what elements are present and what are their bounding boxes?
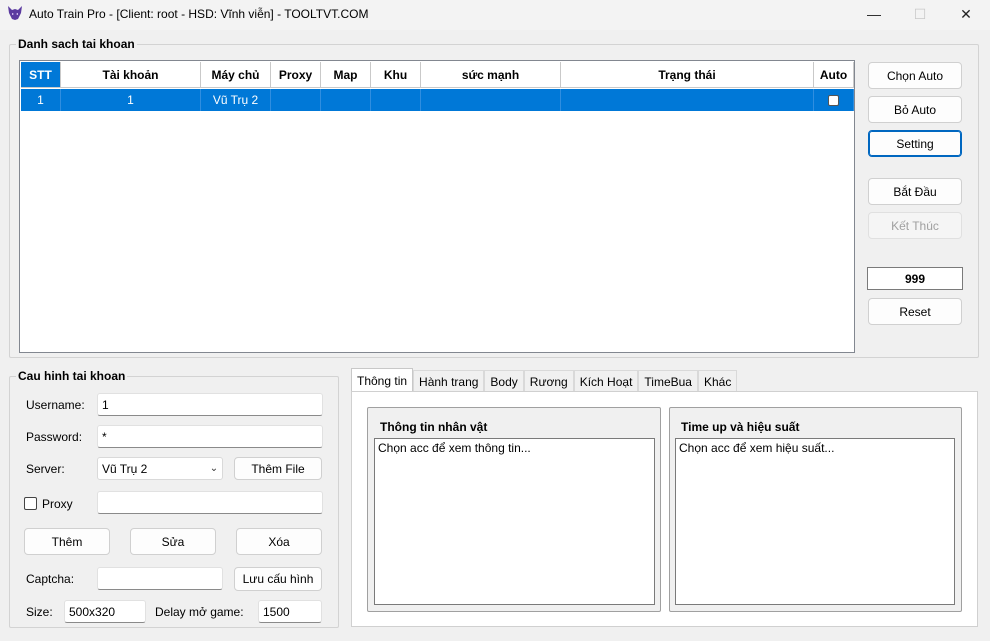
column-header-proxy[interactable]: Proxy [271, 62, 321, 88]
stop-button[interactable]: Kết Thúc [868, 212, 962, 239]
save-config-button[interactable]: Lưu cấu hình [234, 567, 322, 591]
column-header-power[interactable]: sức mạnh [421, 62, 561, 88]
auto-checkbox[interactable] [828, 94, 839, 106]
remove-auto-button[interactable]: Bỏ Auto [868, 96, 962, 123]
delete-button[interactable]: Xóa [236, 528, 322, 555]
add-file-button[interactable]: Thêm File [234, 457, 322, 480]
tab-thong-tin[interactable]: Thông tin [351, 368, 414, 392]
minimize-icon[interactable]: — [851, 0, 897, 28]
cell-auto [814, 89, 854, 111]
captcha-label: Captcha: [26, 572, 75, 586]
cell-khu [371, 89, 421, 111]
column-header-status[interactable]: Trạng thái [561, 62, 814, 88]
password-input[interactable]: * [97, 425, 323, 448]
tab-panel: Thông tin nhân vật Chọn acc để xem thông… [351, 391, 978, 627]
proxy-checkbox[interactable] [24, 497, 37, 510]
tab-hanh-trang[interactable]: Hành trang [413, 370, 485, 392]
cell-stt: 1 [21, 89, 61, 111]
cell-power [421, 89, 561, 111]
performance-textbox[interactable]: Chọn acc để xem hiệu suất... [675, 438, 955, 605]
cell-account: 1 [61, 89, 201, 111]
performance-title: Time up và hiệu suất [681, 420, 800, 434]
wolf-logo-icon [8, 6, 22, 20]
tab-kich-hoat[interactable]: Kích Hoạt [573, 370, 639, 392]
size-label: Size: [26, 605, 53, 619]
username-input[interactable]: 1 [97, 393, 323, 416]
close-icon[interactable]: ✕ [943, 0, 989, 28]
column-header-stt[interactable]: STT [21, 62, 61, 88]
add-button[interactable]: Thêm [24, 528, 110, 555]
tab-ruong[interactable]: Rương [523, 370, 574, 392]
accounts-table[interactable]: STT Tài khoản Máy chủ Proxy Map Khu sức … [19, 60, 855, 353]
info-tabs: Thông tin Hành trang Body Rương Kích Hoạ… [351, 368, 738, 392]
start-button[interactable]: Bắt Đầu [868, 178, 962, 205]
reset-button[interactable]: Reset [868, 298, 962, 325]
accounts-group-title: Danh sach tai khoan [16, 37, 137, 51]
cell-server: Vũ Trụ 2 [201, 89, 271, 111]
captcha-input[interactable] [97, 567, 223, 590]
maximize-icon[interactable]: ☐ [897, 0, 943, 28]
proxy-input[interactable] [97, 491, 323, 514]
column-header-account[interactable]: Tài khoản [61, 62, 201, 88]
column-header-server[interactable]: Máy chủ [201, 62, 271, 88]
edit-button[interactable]: Sửa [130, 528, 216, 555]
tab-khac[interactable]: Khác [697, 370, 738, 392]
column-header-auto[interactable]: Auto [814, 62, 854, 88]
character-info-textbox[interactable]: Chọn acc để xem thông tin... [374, 438, 655, 605]
password-label: Password: [26, 430, 83, 444]
table-row[interactable]: 1 1 Vũ Trụ 2 [21, 89, 854, 111]
title-bar: Auto Train Pro - [Client: root - HSD: Vĩ… [0, 0, 990, 30]
choose-auto-button[interactable]: Chọn Auto [868, 62, 962, 89]
column-header-khu[interactable]: Khu [371, 62, 421, 88]
table-header: STT Tài khoản Máy chủ Proxy Map Khu sức … [21, 62, 854, 88]
size-input[interactable]: 500x320 [64, 600, 146, 623]
cell-map [321, 89, 371, 111]
delay-input[interactable]: 1500 [258, 600, 322, 623]
cell-status [561, 89, 814, 111]
config-group-title: Cau hinh tai khoan [16, 369, 128, 383]
column-header-map[interactable]: Map [321, 62, 371, 88]
character-info-title: Thông tin nhân vật [380, 420, 488, 434]
username-label: Username: [26, 398, 85, 412]
chevron-down-icon: ⌄ [209, 463, 219, 474]
server-select[interactable]: Vũ Trụ 2 ⌄ [97, 457, 223, 480]
server-select-value: Vũ Trụ 2 [102, 461, 148, 476]
window-title: Auto Train Pro - [Client: root - HSD: Vĩ… [29, 7, 369, 21]
counter-field[interactable]: 999 [867, 267, 963, 290]
tab-timebua[interactable]: TimeBua [638, 370, 698, 392]
proxy-label: Proxy [42, 497, 73, 511]
server-label: Server: [26, 462, 65, 476]
setting-button[interactable]: Setting [868, 130, 962, 157]
delay-label: Delay mở game: [155, 605, 244, 619]
tab-body[interactable]: Body [484, 370, 524, 392]
cell-proxy [271, 89, 321, 111]
